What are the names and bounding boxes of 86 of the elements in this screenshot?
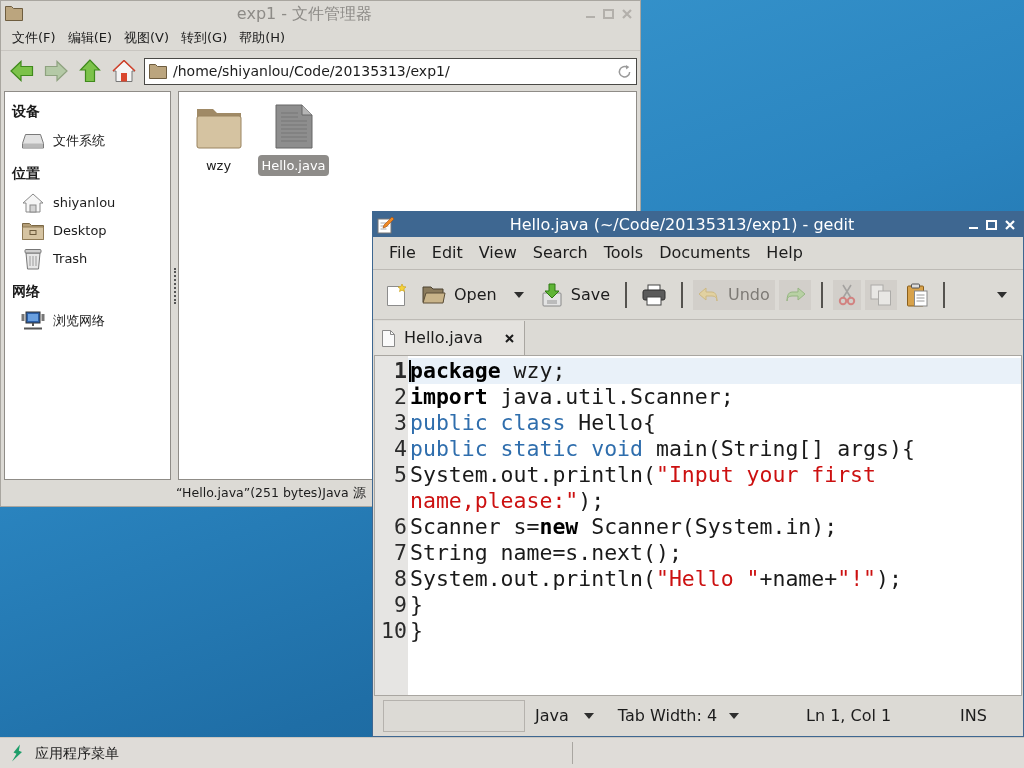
caret-down-icon [583, 713, 594, 719]
application-menu-button[interactable]: 应用程序菜单 [0, 738, 127, 768]
menu-item[interactable]: 帮助(H) [233, 27, 292, 49]
code-editor[interactable] [374, 355, 1022, 696]
sidebar-item[interactable]: shiyanlou [12, 189, 170, 217]
line-number: 3 [394, 410, 407, 435]
sidebar-heading: 设备 [12, 101, 41, 121]
clipboard-icon [905, 282, 928, 307]
cursor-position: Ln 1, Col 1 [806, 705, 893, 727]
folder-icon [149, 63, 167, 79]
menu-item[interactable]: 编辑(E) [61, 27, 118, 49]
document-icon [382, 329, 395, 347]
house-icon [22, 193, 44, 213]
home-icon [112, 59, 136, 83]
code-line: System.out.println("Input your first name,please:"); [409, 462, 877, 514]
text-cursor [409, 360, 411, 382]
menu-item[interactable]: 转到(G) [175, 27, 234, 49]
notepad-pencil-icon [377, 215, 395, 234]
caret-down-icon [997, 291, 1007, 298]
code-line: System.out.println("Hello "+name+"!"); [409, 566, 903, 592]
address-field[interactable]: /home/shiyanlou/Code/20135313/exp1/ [144, 57, 637, 85]
caret-down-icon [729, 713, 740, 719]
line-number: 10 [381, 618, 407, 643]
window-title: Hello.java (~/Code/20135313/exp1) - gedit [508, 213, 856, 236]
menu-item[interactable]: Documents [651, 239, 759, 267]
insert-mode: INS [960, 705, 988, 727]
up-arrow-icon [79, 59, 101, 83]
code-line: import java.util.Scanner; [409, 384, 735, 410]
right-arrow-icon [44, 60, 68, 82]
folder-icon [5, 6, 23, 21]
menu-item[interactable]: Search [524, 239, 596, 267]
folder-icon [22, 222, 44, 240]
new-document-icon [386, 282, 408, 307]
sidebar-heading: 网络 [12, 281, 41, 301]
menu-item[interactable]: View [470, 239, 525, 267]
sidebar-item[interactable]: Desktop [12, 217, 170, 245]
code-line: Scanner s=new Scanner(System.in); [409, 514, 839, 540]
menu-item[interactable]: Help [758, 239, 811, 267]
line-number: 7 [394, 540, 407, 565]
save-button[interactable]: Save [535, 279, 615, 310]
line-number: 8 [394, 566, 407, 591]
language-dropdown[interactable]: Java [527, 700, 602, 732]
code-line: } [409, 618, 424, 644]
line-number: 1 [394, 358, 407, 383]
folder-icon [195, 107, 242, 149]
printer-icon [642, 283, 666, 306]
drive-icon [22, 133, 44, 149]
open-button[interactable]: Open [417, 279, 502, 310]
folder-icon [422, 284, 446, 305]
redo-arrow-icon [783, 285, 806, 304]
left-arrow-icon [10, 60, 34, 82]
line-number: 5 [394, 462, 407, 487]
code-line: String name=s.next(); [409, 540, 683, 566]
trash-icon [23, 248, 43, 270]
sidebar-item[interactable]: 浏览网络 [12, 307, 170, 335]
editor-tab[interactable]: Hello.java [375, 321, 525, 355]
status-text: “Hello.java”(251 bytes)Java 源 [176, 483, 366, 502]
network-computer-icon [21, 311, 45, 331]
line-number: 6 [394, 514, 407, 539]
sidebar-item[interactable]: Trash [12, 245, 170, 273]
code-line: } [409, 592, 424, 618]
menu-item[interactable]: 文件(F) [6, 27, 62, 49]
line-number: 9 [394, 592, 407, 617]
copy-pages-icon [869, 283, 892, 306]
sidebar-item[interactable]: 文件系统 [12, 127, 170, 155]
line-number: 2 [394, 384, 407, 409]
menu-item[interactable]: Edit [423, 239, 471, 267]
menu-item[interactable]: File [381, 239, 424, 267]
close-icon[interactable] [505, 333, 514, 343]
lightning-logo-icon [11, 744, 24, 762]
tab-width-dropdown[interactable]: Tab Width: 4 [611, 700, 746, 732]
line-number: 4 [394, 436, 407, 461]
caret-down-icon [513, 291, 524, 298]
menu-item[interactable]: 视图(V) [118, 27, 176, 49]
document-icon [274, 104, 313, 149]
file-name-label[interactable]: wzy [202, 155, 235, 176]
undo-arrow-icon [698, 285, 720, 304]
refresh-icon[interactable] [617, 63, 632, 79]
save-download-icon [540, 282, 563, 307]
sidebar-heading: 位置 [12, 163, 41, 183]
code-line: public static void main(String[] args){ [409, 436, 916, 462]
window-title: exp1 - 文件管理器 [235, 2, 374, 25]
pane-resize-handle[interactable] [173, 267, 176, 304]
menu-item[interactable]: Tools [595, 239, 652, 267]
scissors-icon [837, 283, 856, 306]
code-line: public class Hello{ [409, 410, 657, 436]
